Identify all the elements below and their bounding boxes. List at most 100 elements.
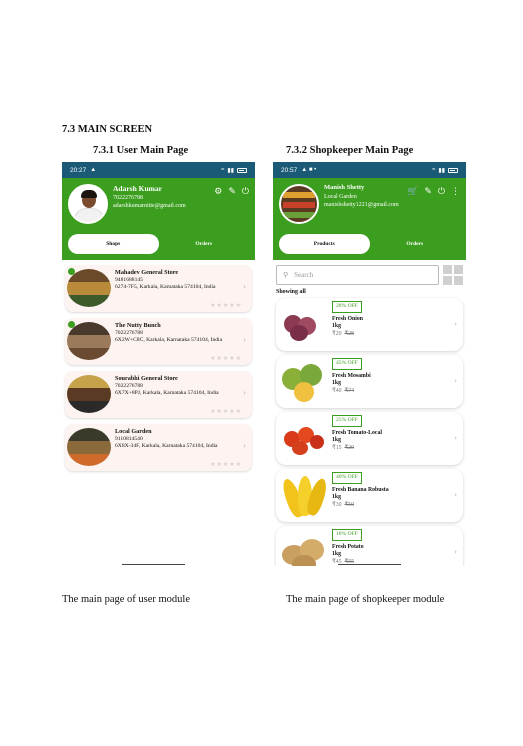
left-subtitle: 7.3.1 User Main Page: [93, 145, 189, 156]
shop-card[interactable]: Sourabhi General Store 7022276788 6X7X+8…: [65, 371, 252, 418]
online-indicator: [68, 268, 75, 275]
product-card[interactable]: 28% OFF Fresh Onion 1kg ₹20 ₹28 ›: [276, 298, 463, 351]
chevron-right-icon: ›: [454, 377, 457, 385]
home-indicator[interactable]: [338, 564, 401, 565]
power-icon[interactable]: ⏻: [438, 187, 445, 197]
tab-bar: Shops Orders: [68, 234, 249, 254]
chevron-right-icon: ›: [243, 442, 246, 450]
shop-card[interactable]: Mahadev General Store 9481688145 6274-7F…: [65, 265, 252, 312]
product-mrp: ₹50: [344, 502, 355, 509]
search-placeholder: Search: [294, 271, 314, 279]
discount-badge: 25% OFF: [332, 415, 362, 427]
edit-icon[interactable]: ✎: [228, 187, 236, 197]
product-name: Fresh Banana Robusta: [332, 486, 389, 493]
user-phone: 7022276788: [113, 195, 143, 202]
shop-name: Local Garden: [115, 428, 152, 435]
shop-name: Mahadev General Store: [115, 269, 179, 276]
product-list: 28% OFF Fresh Onion 1kg ₹20 ₹28 › 45% OFF…: [273, 298, 466, 566]
settings-icon[interactable]: ⚙: [214, 187, 222, 197]
product-qty: 1kg: [332, 323, 342, 330]
avatar[interactable]: [68, 184, 108, 224]
more-vert-icon[interactable]: ⋮: [451, 187, 460, 197]
product-name: Fresh Mosambi: [332, 372, 371, 379]
edit-icon[interactable]: ✎: [424, 187, 432, 197]
shop-address: 6X7X+8PJ, Karkala, Karnataka 574104, Ind…: [115, 390, 219, 397]
discount-badge: 40% OFF: [332, 472, 362, 484]
right-caption: The main page of shopkeeper module: [286, 594, 445, 605]
shop-phone: 9481688145: [115, 277, 143, 284]
profile-header: Manish Shetty Local Garden manishshetty1…: [273, 178, 466, 260]
product-price: ₹20: [332, 331, 342, 338]
product-card[interactable]: 45% OFF Fresh Mosambi 1kg ₹40 ₹74 ›: [276, 355, 463, 408]
notification-icon: ▲: [90, 167, 97, 173]
add-to-cart-icon[interactable]: 🛒: [407, 187, 418, 197]
status-bar: 20:27 ▲ ≈ ▮▮: [62, 162, 255, 178]
home-indicator[interactable]: [122, 564, 185, 565]
tab-products[interactable]: Products: [279, 234, 370, 254]
tab-shops[interactable]: Shops: [68, 234, 159, 254]
grid-view-icon[interactable]: [443, 265, 463, 285]
shop-address: 6X8X-34F, Karkala, Karnataka 574104, Ind…: [115, 443, 218, 450]
shop-phone: 9110814540: [115, 436, 143, 443]
chevron-right-icon: ›: [454, 320, 457, 328]
power-icon[interactable]: ⏻: [242, 187, 249, 197]
tab-orders[interactable]: Orders: [159, 234, 250, 254]
tab-bar: Products Orders: [279, 234, 460, 254]
discount-badge: 28% OFF: [332, 301, 362, 313]
user-email: adarshkumarnitte@gmail.com: [113, 203, 186, 210]
wifi-icon: ≈: [432, 167, 436, 173]
battery-icon: [448, 167, 458, 173]
rating-stars-icon: ★★★★★: [210, 355, 242, 362]
signal-icon: ▮▮: [438, 167, 445, 174]
chevron-right-icon: ›: [454, 434, 457, 442]
product-image: [280, 415, 328, 461]
product-qty: 1kg: [332, 437, 342, 444]
shop-image: [67, 269, 111, 307]
product-card[interactable]: 18% OFF Fresh Potato 1kg ₹45 ₹55 ›: [276, 526, 463, 566]
product-card[interactable]: 40% OFF Fresh Banana Robusta 1kg ₹30 ₹50 …: [276, 469, 463, 522]
product-name: Fresh Onion: [332, 315, 363, 322]
product-image: [280, 358, 328, 404]
shop-name: Local Garden: [324, 193, 357, 200]
product-qty: 1kg: [332, 380, 342, 387]
wifi-icon: ≈: [221, 167, 225, 173]
shopkeeper-main-screenshot: 20:57 ▲ ■ • ≈ ▮▮ Manish Shetty Local Gar…: [273, 162, 466, 566]
product-image: [280, 301, 328, 347]
section-title: 7.3 MAIN SCREEN: [62, 124, 153, 135]
left-caption: The main page of user module: [62, 594, 190, 605]
shop-image: [67, 375, 111, 413]
chevron-right-icon: ›: [454, 548, 457, 556]
chevron-right-icon: ›: [243, 389, 246, 397]
product-price: ₹30: [332, 502, 342, 509]
shop-card[interactable]: Local Garden 9110814540 6X8X-34F, Karkal…: [65, 424, 252, 471]
shop-image: [67, 428, 111, 466]
product-mrp: ₹28: [344, 331, 355, 338]
profile-header: Adarsh Kumar 7022276788 adarshkumarnitte…: [62, 178, 255, 260]
discount-badge: 18% OFF: [332, 529, 362, 541]
battery-icon: [237, 167, 247, 173]
product-image: [279, 472, 330, 520]
product-mrp: ₹20: [344, 445, 355, 452]
product-image: [280, 529, 328, 566]
shop-avatar[interactable]: [279, 184, 319, 224]
rating-stars-icon: ★★★★★: [210, 461, 242, 468]
product-price: ₹40: [332, 388, 342, 395]
user-main-screenshot: 20:27 ▲ ≈ ▮▮ Adarsh Kumar 7022276788 ada…: [62, 162, 255, 566]
product-name: Fresh Tomato-Local: [332, 429, 382, 436]
status-bar: 20:57 ▲ ■ • ≈ ▮▮: [273, 162, 466, 178]
status-time: 20:57: [281, 166, 298, 174]
chevron-right-icon: ›: [454, 491, 457, 499]
shop-card[interactable]: The Nutty Bunch 7022276788 6X2W+C8C, Kar…: [65, 318, 252, 365]
product-qty: 1kg: [332, 494, 342, 501]
filter-label: Showing all: [276, 289, 306, 295]
tab-orders[interactable]: Orders: [370, 234, 461, 254]
product-card[interactable]: 25% OFF Fresh Tomato-Local 1kg ₹15 ₹20 ›: [276, 412, 463, 465]
status-time: 20:27: [70, 166, 87, 174]
product-name: Fresh Potato: [332, 543, 364, 550]
search-input[interactable]: ⚲ Search: [276, 265, 439, 285]
shop-address: 6274-7F5, Karkala, Karnataka 574104, Ind…: [115, 284, 216, 291]
shop-address: 6X2W+C8C, Karkala, Karnataka 574104, Ind…: [115, 337, 223, 344]
product-price: ₹15: [332, 445, 342, 452]
signal-icon: ▮▮: [227, 167, 234, 174]
search-icon: ⚲: [283, 271, 289, 279]
